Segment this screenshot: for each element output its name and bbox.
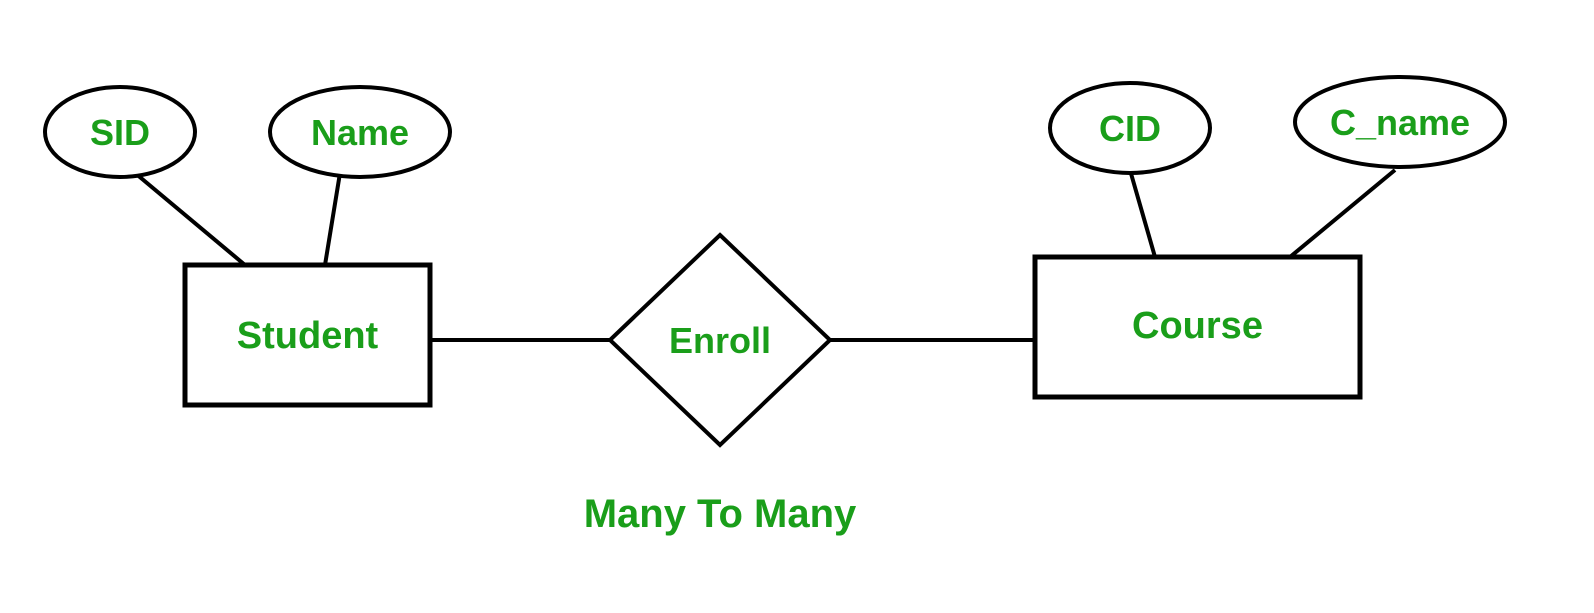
attribute-cid-label: CID	[1080, 108, 1180, 150]
diagram-caption: Many To Many	[550, 492, 890, 537]
connector-sid-student	[135, 173, 245, 265]
entity-course-label: Course	[1100, 305, 1295, 348]
connector-cid-course	[1130, 170, 1155, 257]
connector-name-student	[325, 173, 340, 265]
relationship-enroll-label: Enroll	[660, 320, 780, 362]
connector-cname-course	[1290, 170, 1395, 257]
attribute-sid-label: SID	[70, 112, 170, 154]
attribute-name-label: Name	[300, 112, 420, 154]
entity-student-label: Student	[225, 315, 390, 358]
attribute-cname-label: C_name	[1310, 102, 1490, 144]
